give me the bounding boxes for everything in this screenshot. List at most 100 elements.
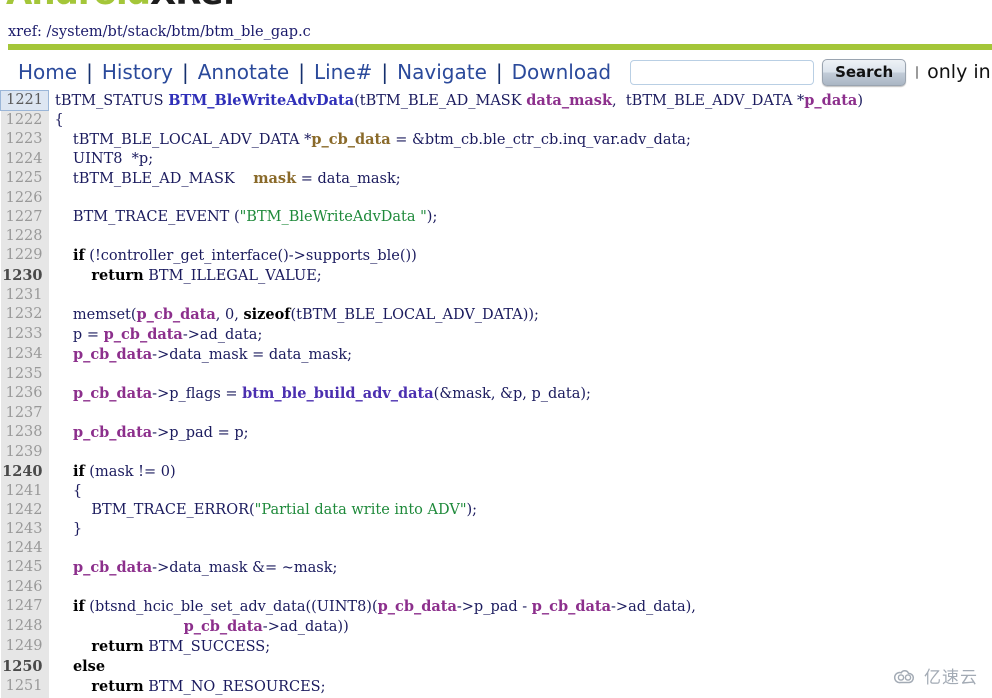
code-token: ->data_mask = data_mask;: [152, 347, 353, 363]
code-line: 1241 {: [0, 482, 992, 501]
code-line: 1249 return BTM_SUCCESS;: [0, 637, 992, 657]
only-in-prefix: only in: [927, 61, 992, 83]
code-line-content: [49, 286, 992, 305]
code-token: );: [426, 209, 438, 225]
line-number[interactable]: 1246: [0, 578, 49, 597]
search-button[interactable]: Search: [822, 58, 907, 86]
line-number[interactable]: 1242: [0, 501, 49, 520]
code-token: UINT8 *p;: [54, 151, 154, 167]
code-token: p_cb_data: [72, 346, 153, 363]
code-token: (!controller_get_interface()->supports_b…: [84, 248, 417, 264]
line-number[interactable]: 1243: [0, 520, 49, 539]
code-line: 1235: [0, 365, 992, 384]
line-number[interactable]: 1233: [0, 325, 49, 345]
code-line: 1226: [0, 189, 992, 208]
nav-separator: |: [86, 60, 93, 84]
xref-path: xref: /system/bt/stack/btm/btm_ble_gap.c: [8, 24, 311, 40]
site-logo[interactable]: AndroidXRef: [6, 0, 237, 12]
line-number[interactable]: 1241: [0, 482, 49, 501]
only-in-scope-checkbox[interactable]: [916, 65, 919, 79]
line-number[interactable]: 1230: [0, 266, 49, 286]
nav-link-navigate[interactable]: Navigate: [388, 58, 496, 86]
line-number[interactable]: 1221: [0, 90, 49, 111]
line-number[interactable]: 1239: [0, 443, 49, 462]
code-line: 1222 {: [0, 110, 992, 130]
line-number[interactable]: 1227: [0, 208, 49, 227]
code-token: return: [91, 267, 144, 284]
line-number[interactable]: 1234: [0, 345, 49, 365]
code-line: 1231: [0, 286, 992, 305]
code-line: 1240 if (mask != 0): [0, 462, 992, 482]
nav-separator: |: [298, 60, 305, 84]
line-number[interactable]: 1249: [0, 637, 49, 657]
code-token: if: [72, 247, 85, 264]
line-number[interactable]: 1244: [0, 539, 49, 558]
line-number[interactable]: 1226: [0, 189, 49, 208]
line-number[interactable]: 1240: [0, 462, 49, 482]
nav-link-line-number[interactable]: Line#: [305, 58, 381, 86]
search-input[interactable]: [630, 59, 815, 85]
line-number[interactable]: 1229: [0, 246, 49, 266]
line-number[interactable]: 1248: [0, 617, 49, 637]
code-line-content: BTM_TRACE_EVENT ("BTM_BleWriteAdvData ")…: [49, 208, 992, 227]
code-line-content: memset(p_cb_data, 0, sizeof(tBTM_BLE_LOC…: [49, 305, 992, 325]
code-line: 1221 tBTM_STATUS BTM_BleWriteAdvData(tBTM…: [0, 90, 992, 111]
nav-separator: |: [181, 60, 189, 84]
line-number[interactable]: 1225: [0, 169, 49, 189]
line-number[interactable]: 1223: [0, 130, 49, 150]
line-number[interactable]: 1237: [0, 404, 49, 423]
line-number[interactable]: 1250: [0, 657, 49, 677]
code-token: BTM_SUCCESS;: [143, 639, 271, 655]
line-number[interactable]: 1235: [0, 365, 49, 384]
code-line: 1250 else: [0, 657, 992, 677]
nav-link-download[interactable]: Download: [503, 58, 620, 86]
source-code-viewer[interactable]: 1221 tBTM_STATUS BTM_BleWriteAdvData(tBTM…: [0, 90, 992, 698]
code-token: if: [72, 598, 85, 615]
code-line-content: return BTM_NO_RESOURCES;: [49, 677, 992, 697]
code-token: ->ad_data),: [611, 599, 696, 615]
code-token: p_cb_data: [377, 598, 457, 615]
nav-link-history[interactable]: History: [93, 58, 182, 86]
code-line: 1233 p = p_cb_data->ad_data;: [0, 325, 992, 345]
code-token: p_cb_data: [531, 598, 612, 615]
code-line: 1232 memset(p_cb_data, 0, sizeof(tBTM_BL…: [0, 305, 992, 325]
code-line-content: p_cb_data->ad_data)): [49, 617, 992, 637]
code-line-content: }: [49, 520, 992, 539]
code-line: 1244: [0, 539, 992, 558]
line-number[interactable]: 1238: [0, 423, 49, 443]
code-token: (btsnd_hcic_ble_set_adv_data((UINT8)(: [84, 599, 378, 615]
code-token: btm_ble_build_adv_data: [242, 385, 434, 402]
code-line-content: {: [49, 482, 992, 501]
line-number[interactable]: 1224: [0, 150, 49, 169]
code-token: data_mask: [526, 91, 613, 109]
nav-separator: |: [381, 60, 389, 84]
line-number[interactable]: 1231: [0, 286, 49, 305]
nav-link-home[interactable]: Home: [0, 58, 86, 86]
line-number[interactable]: 1247: [0, 597, 49, 617]
code-line-content: tBTM_BLE_LOCAL_ADV_DATA *p_cb_data = &bt…: [49, 130, 992, 150]
code-token: p_cb_data: [72, 385, 153, 402]
code-table: 1221 tBTM_STATUS BTM_BleWriteAdvData(tBTM…: [0, 90, 992, 698]
code-token: ->p_flags =: [152, 386, 243, 402]
line-number[interactable]: 1251: [0, 677, 49, 697]
code-line: 1237: [0, 404, 992, 423]
code-line: 1229 if (!controller_get_interface()->su…: [0, 246, 992, 266]
line-number[interactable]: 1232: [0, 305, 49, 325]
code-token: {: [54, 111, 64, 128]
line-number[interactable]: 1222: [0, 110, 49, 130]
code-line-content: BTM_TRACE_ERROR("Partial data write into…: [49, 501, 992, 520]
code-line-content: if (!controller_get_interface()->support…: [49, 246, 992, 266]
code-token: p_cb_data: [72, 559, 153, 576]
code-line-content: return BTM_ILLEGAL_VALUE;: [49, 266, 992, 286]
nav-link-annotate[interactable]: Annotate: [189, 58, 299, 86]
code-token: , 0,: [215, 307, 244, 323]
line-number[interactable]: 1236: [0, 384, 49, 404]
code-token: tBTM_BLE_AD_MASK: [54, 171, 254, 187]
line-number[interactable]: 1228: [0, 227, 49, 246]
line-number[interactable]: 1245: [0, 558, 49, 578]
